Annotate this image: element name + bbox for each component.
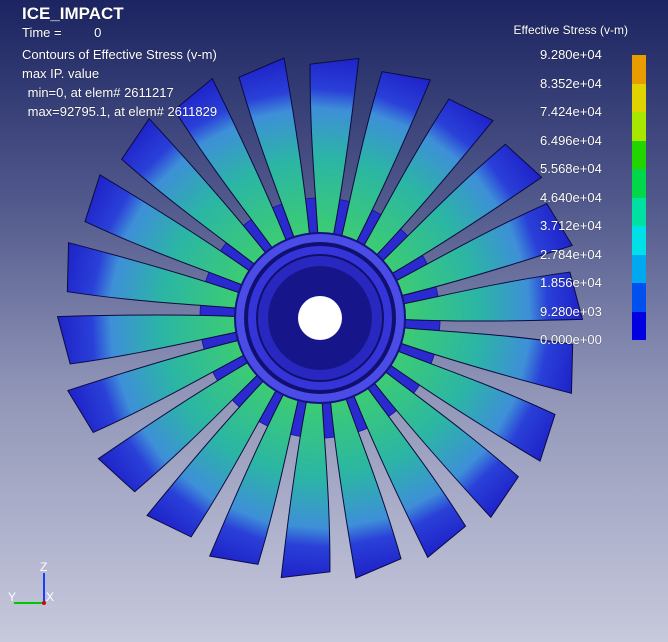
time-label: Time = 0 — [22, 25, 102, 40]
legend-swatch — [632, 83, 646, 112]
legend-label: 2.784e+04 — [540, 246, 602, 262]
legend-label: 0.000e+00 — [540, 332, 602, 347]
legend-label: 8.352e+04 — [540, 75, 602, 91]
legend-swatch — [632, 140, 646, 169]
legend-label: 1.856e+04 — [540, 275, 602, 290]
legend-label: 5.568e+04 — [540, 161, 602, 176]
legend-swatch — [632, 112, 646, 141]
legend-label: 9.280e+03 — [540, 303, 602, 319]
hub — [234, 232, 406, 404]
legend-swatch — [632, 254, 646, 283]
max-value-label: max=92795.1, at elem# 2611829 — [24, 104, 218, 119]
min-value-label: min=0, at elem# 2611217 — [24, 85, 174, 100]
contour-description: Contours of Effective Stress (v-m) — [22, 47, 217, 62]
value-mode-label: max IP. value — [22, 66, 100, 81]
fringe-title: Effective Stress (v-m) — [513, 23, 628, 37]
axis-triad: Z Y X — [8, 560, 54, 605]
legend-swatch — [632, 226, 646, 255]
legend-swatch — [632, 283, 646, 312]
legend-label: 4.640e+04 — [540, 189, 602, 205]
legend-label: 3.712e+04 — [540, 218, 602, 233]
legend-label: 9.280e+04 — [540, 47, 602, 62]
hub-bore — [298, 296, 342, 340]
legend-swatch — [632, 197, 646, 226]
legend-label: 7.424e+04 — [540, 104, 602, 119]
z-axis-label: Z — [40, 560, 47, 574]
x-axis-label: X — [46, 590, 54, 604]
legend-swatch — [632, 169, 646, 198]
legend-swatch — [632, 55, 646, 84]
legend-label: 6.496e+04 — [540, 132, 602, 148]
y-axis-label: Y — [8, 590, 16, 604]
model-title: ICE_IMPACT — [22, 4, 124, 23]
legend-swatch — [632, 311, 646, 340]
